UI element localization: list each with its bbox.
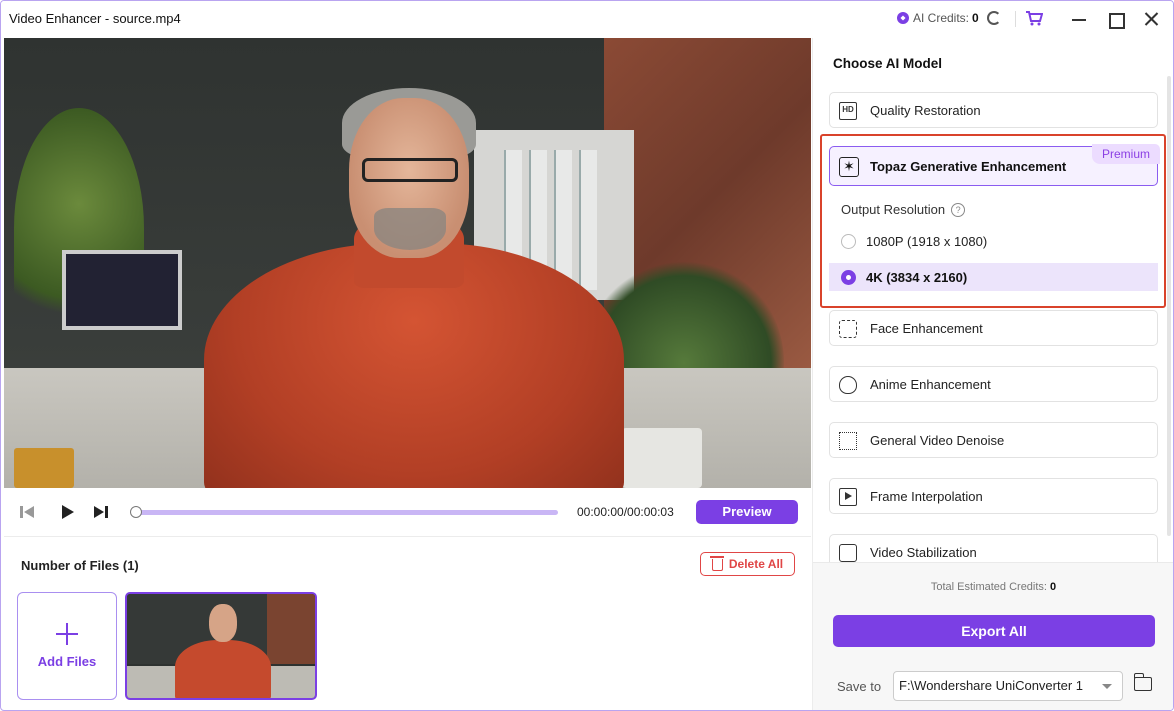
app-window: Video Enhancer - source.mp4 AI Credits: … xyxy=(0,0,1174,711)
video-person-glasses xyxy=(362,158,458,182)
title-divider xyxy=(1015,11,1016,27)
export-all-button[interactable]: Export All xyxy=(833,615,1155,647)
video-pot xyxy=(622,428,702,488)
premium-badge: Premium xyxy=(1092,144,1161,164)
next-frame-icon[interactable] xyxy=(94,504,112,520)
ai-credits-label: AI Credits: xyxy=(913,11,970,25)
preview-button[interactable]: Preview xyxy=(696,500,798,524)
play-icon[interactable] xyxy=(60,504,78,520)
refresh-icon[interactable] xyxy=(986,11,1001,25)
chevron-down-icon xyxy=(1102,684,1112,689)
file-thumbnail[interactable] xyxy=(125,592,317,700)
radio-button-selected[interactable] xyxy=(841,270,856,285)
files-header: Number of Files (1) xyxy=(21,558,139,573)
add-files-label: Add Files xyxy=(37,654,97,669)
model-general-video-denoise[interactable]: General Video Denoise xyxy=(829,422,1158,458)
video-monitor xyxy=(62,250,182,330)
model-anime-enhancement[interactable]: Anime Enhancement xyxy=(829,366,1158,402)
video-preview[interactable] xyxy=(4,38,811,488)
model-label: Quality Restoration xyxy=(870,103,981,118)
section-divider xyxy=(4,536,811,537)
model-face-enhancement[interactable]: Face Enhancement xyxy=(829,310,1158,346)
progress-handle[interactable] xyxy=(130,506,142,518)
ai-credits-icon xyxy=(897,12,909,24)
minimize-button[interactable] xyxy=(1069,9,1089,29)
model-label: Frame Interpolation xyxy=(870,489,983,504)
model-topaz-generative-enhancement[interactable]: ✶ Topaz Generative Enhancement Premium xyxy=(829,144,1161,186)
save-path-value: F:\Wondershare UniConverter 1 xyxy=(899,678,1084,693)
progress-track[interactable] xyxy=(134,510,558,515)
hd-icon: HD xyxy=(839,102,857,120)
save-path-select[interactable]: F:\Wondershare UniConverter 1 xyxy=(893,671,1123,701)
delete-all-label: Delete All xyxy=(728,557,784,571)
stabilization-icon xyxy=(839,544,857,562)
add-files-button[interactable]: Add Files xyxy=(17,592,117,700)
ai-model-panel: Choose AI Model HD Quality Restoration ✶… xyxy=(812,38,1173,710)
timecode: 00:00:00/00:00:03 xyxy=(577,505,674,519)
video-person-beard xyxy=(374,208,446,250)
close-button[interactable] xyxy=(1141,9,1161,29)
maximize-button[interactable] xyxy=(1105,9,1125,29)
video-cup xyxy=(14,448,74,488)
panel-title: Choose AI Model xyxy=(833,56,943,71)
plus-icon xyxy=(56,623,78,645)
model-label: Face Enhancement xyxy=(870,321,983,336)
resolution-label: 4K (3834 x 2160) xyxy=(866,270,968,285)
previous-frame-icon[interactable] xyxy=(20,504,38,520)
estimated-credits: Total Estimated Credits: 0 xyxy=(813,581,1173,593)
model-label: Anime Enhancement xyxy=(870,377,991,392)
radio-button[interactable] xyxy=(841,234,856,249)
frame-interpolation-icon xyxy=(839,488,857,506)
title-bar: Video Enhancer - source.mp4 AI Credits: … xyxy=(1,1,1173,37)
cart-icon[interactable] xyxy=(1025,10,1043,26)
window-title: Video Enhancer - source.mp4 xyxy=(9,11,181,26)
denoise-icon xyxy=(839,432,857,450)
files-title: Number of Files xyxy=(21,558,120,573)
sparkle-icon: ✶ xyxy=(839,157,859,177)
files-count: (1) xyxy=(122,558,139,573)
playback-controls: 00:00:00/00:00:03 Preview xyxy=(4,489,811,535)
model-label: General Video Denoise xyxy=(870,433,1005,448)
output-resolution-label: Output Resolution xyxy=(841,202,946,217)
trash-icon xyxy=(709,556,724,571)
resolution-option-1080p[interactable]: 1080P (1918 x 1080) xyxy=(829,227,1158,255)
model-frame-interpolation[interactable]: Frame Interpolation xyxy=(829,478,1158,514)
ai-credits[interactable]: AI Credits: 0 xyxy=(897,11,1001,25)
export-section: Total Estimated Credits: 0 Export All Sa… xyxy=(813,562,1173,710)
resolution-label: 1080P (1918 x 1080) xyxy=(866,234,988,249)
model-quality-restoration[interactable]: HD Quality Restoration xyxy=(829,92,1158,128)
model-label: Topaz Generative Enhancement xyxy=(870,159,1067,174)
model-label: Video Stabilization xyxy=(870,545,977,560)
ai-credits-value: 0 xyxy=(972,11,979,25)
delete-all-button[interactable]: Delete All xyxy=(700,552,795,576)
estimated-credits-value: 0 xyxy=(1050,581,1057,593)
folder-icon[interactable] xyxy=(1133,673,1152,691)
face-icon xyxy=(839,320,857,338)
help-icon[interactable]: ? xyxy=(951,202,966,217)
panel-scrollbar[interactable] xyxy=(1167,76,1171,536)
resolution-option-4k[interactable]: 4K (3834 x 2160) xyxy=(829,263,1158,291)
anime-icon xyxy=(839,376,857,394)
save-to-label: Save to xyxy=(837,679,882,694)
estimated-credits-label: Total Estimated Credits: xyxy=(930,581,1047,593)
output-resolution-heading: Output Resolution ? xyxy=(841,202,966,217)
